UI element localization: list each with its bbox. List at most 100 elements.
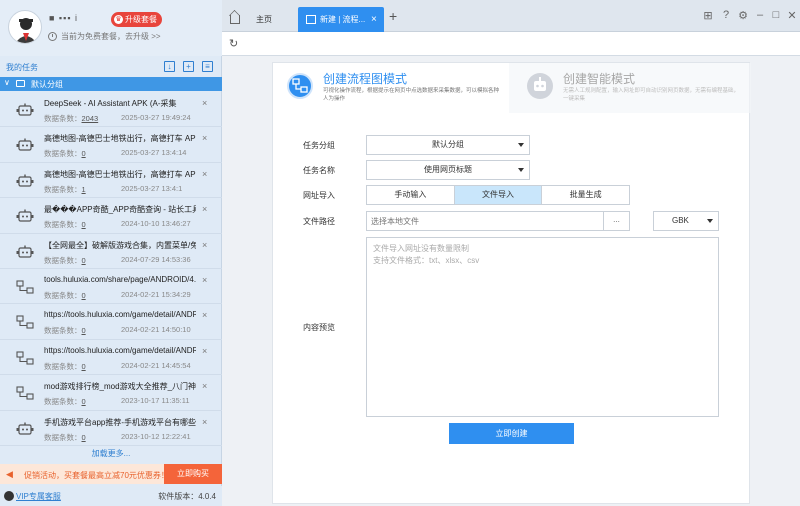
task-item[interactable]: DeepSeek - AI Assistant APK (A-采集 数据条数：20…	[0, 92, 222, 128]
settings-icon[interactable]: ⚙	[737, 9, 749, 22]
task-item[interactable]: mod游戏排行榜_mod游戏大全推荐_八门神... 数据条数：0 2023-10-1…	[0, 375, 222, 411]
task-item[interactable]: 高德地图-高德巴士地铁出行，高德打车 APK 数据条数：1 2025-03-27 1…	[0, 163, 222, 199]
page-icon	[306, 15, 316, 24]
crown-icon: ♛	[114, 15, 123, 24]
mode-flowchart-title: 创建流程图模式	[323, 72, 408, 86]
tab-new-flow-label: 新建 | 流程...	[320, 15, 366, 24]
import-task-icon[interactable]: ↓	[164, 61, 175, 72]
help-icon[interactable]: ?	[720, 9, 732, 21]
close-window-button[interactable]: ✕	[786, 9, 798, 22]
remove-task-icon[interactable]: ×	[202, 169, 207, 179]
task-item[interactable]: 高德地图-高德巴士地铁出行，高德打车 APK 数据条数：0 2025-03-27 1…	[0, 127, 222, 163]
content-preview-area[interactable]: 文件导入网址没有数量限制 支持文件格式：txt、xlsx、csv	[366, 237, 719, 417]
create-task-card: 创建流程图模式 可视化操作流程，根据提示在网页中点选数据来采集数据，可以模拟各种…	[272, 62, 751, 504]
task-name-field-label: 任务名称	[303, 166, 335, 175]
batch-generate-option[interactable]: 批量生成	[542, 186, 629, 204]
task-count: 数据条数：0	[44, 432, 86, 443]
home-icon	[230, 15, 240, 24]
buy-now-button[interactable]: 立即购买	[164, 464, 222, 484]
flowchart-icon	[287, 73, 313, 99]
create-now-button[interactable]: 立即创建	[449, 423, 574, 444]
minimize-button[interactable]: –	[754, 9, 766, 21]
task-group-label: 默认分组	[31, 80, 63, 89]
promo-text: 促销活动，买套餐最高立减70元优惠券！	[24, 471, 169, 480]
remove-task-icon[interactable]: ×	[202, 240, 207, 250]
mode-smart[interactable]: 创建智能模式 无需人工规则配置，输入网址即可自动识别网页数据，无需有编程基础，一…	[509, 63, 751, 113]
close-tab-icon[interactable]: ×	[371, 7, 377, 32]
task-date: 2025-03-27 13:4:1	[121, 183, 183, 193]
gift-icon[interactable]: ⊞	[702, 9, 714, 22]
maximize-button[interactable]: □	[770, 9, 782, 21]
task-date: 2024-02-21 14:50:10	[121, 325, 191, 335]
add-task-icon[interactable]: +	[183, 61, 194, 72]
manual-input-option[interactable]: 手动输入	[367, 186, 455, 204]
task-count: 数据条数：0	[44, 255, 86, 266]
task-group-default[interactable]: ∨ 默认分组	[0, 77, 222, 91]
task-count-value[interactable]: 0	[82, 291, 86, 300]
task-count-value[interactable]: 0	[82, 362, 86, 371]
remove-task-icon[interactable]: ×	[202, 98, 207, 108]
promo-banner: ◀ 促销活动，买套餐最高立减70元优惠券！ 立即购买	[0, 464, 222, 484]
remove-task-icon[interactable]: ×	[202, 204, 207, 214]
vip-support-link[interactable]: VIP专属客服	[16, 491, 61, 502]
megaphone-icon: ◀	[6, 469, 13, 479]
new-tab-button[interactable]: +	[389, 8, 397, 24]
dropdown-caret-icon	[518, 143, 524, 147]
plan-status[interactable]: 当前为免费套餐，去升级 >>	[48, 31, 161, 42]
task-count-label: 数据条数：	[44, 290, 82, 300]
remove-task-icon[interactable]: ×	[202, 133, 207, 143]
remove-task-icon[interactable]: ×	[202, 310, 207, 320]
clock-icon	[48, 32, 57, 41]
encoding-select[interactable]: GBK	[653, 211, 719, 231]
task-count-value[interactable]: 2043	[82, 114, 99, 123]
task-count: 数据条数：0	[44, 148, 86, 159]
task-group-select[interactable]: 默认分组	[366, 135, 530, 155]
task-count: 数据条数：0	[44, 325, 86, 336]
tab-home-label: 主页	[256, 15, 272, 24]
task-count-label: 数据条数：	[44, 184, 82, 194]
task-item[interactable]: https://tools.huluxia.com/game/detail/AN…	[0, 304, 222, 340]
task-name-select[interactable]: 使用网页标题	[366, 160, 530, 180]
dropdown-caret-icon	[518, 168, 524, 172]
task-count-value[interactable]: 0	[82, 149, 86, 158]
task-date: 2024-02-21 15:34:29	[121, 289, 191, 299]
browse-file-button[interactable]: ...	[603, 212, 629, 230]
task-count-value[interactable]: 0	[82, 326, 86, 335]
refresh-icon[interactable]: ↻	[229, 37, 238, 50]
task-date: 2024-07-29 14:53:36	[121, 254, 191, 264]
task-date: 2023-10-17 11:35:11	[121, 396, 190, 406]
task-count-value[interactable]: 0	[82, 397, 86, 406]
upgrade-plan-button[interactable]: ♛ 升级套餐	[111, 12, 162, 27]
task-name: tools.huluxia.com/share/page/ANDROID/4..…	[44, 274, 196, 284]
flow-icon	[16, 315, 34, 329]
remove-task-icon[interactable]: ×	[202, 381, 207, 391]
remove-task-icon[interactable]: ×	[202, 417, 207, 427]
remove-task-icon[interactable]: ×	[202, 275, 207, 285]
task-item[interactable]: 最���APP奇酷_APP奇酷查询 - 站长工具 数据条数：0 2024-10-10…	[0, 198, 222, 234]
task-name: 高德地图-高德巴士地铁出行，高德打车 APK	[44, 134, 196, 144]
tab-home[interactable]: 主页	[222, 7, 298, 32]
load-more-link[interactable]: 加载更多...	[0, 448, 222, 459]
task-count-label: 数据条数：	[44, 149, 82, 159]
username: ■ ▪▪▪ i	[49, 13, 79, 23]
tab-new-flow[interactable]: 新建 | 流程... ×	[298, 7, 384, 32]
task-item[interactable]: https://tools.huluxia.com/game/detail/AN…	[0, 340, 222, 376]
mode-flowchart[interactable]: 创建流程图模式 可视化操作流程，根据提示在网页中点选数据来采集数据，可以模拟各种…	[273, 63, 509, 113]
file-path-input[interactable]	[367, 212, 597, 230]
task-item[interactable]: tools.huluxia.com/share/page/ANDROID/4..…	[0, 269, 222, 305]
task-count-label: 数据条数：	[44, 361, 82, 371]
task-count-value[interactable]: 0	[82, 256, 86, 265]
file-import-option[interactable]: 文件导入	[454, 186, 543, 204]
task-name: https://tools.huluxia.com/game/detail/AN…	[44, 345, 196, 355]
task-item[interactable]: 【全网最全】破解版游戏合集，内置菜单/免 数据条数：0 2024-07-29 14:…	[0, 234, 222, 269]
avatar[interactable]	[8, 10, 42, 44]
robot-icon	[16, 422, 34, 436]
task-count-value[interactable]: 1	[82, 185, 86, 194]
task-count: 数据条数：1	[44, 184, 86, 195]
task-count-value[interactable]: 0	[82, 433, 86, 442]
search-task-icon[interactable]: ≡	[202, 61, 213, 72]
task-name: DeepSeek - AI Assistant APK (A-采集	[44, 99, 177, 108]
remove-task-icon[interactable]: ×	[202, 346, 207, 356]
task-count-value[interactable]: 0	[82, 220, 86, 229]
task-item[interactable]: 手机游戏平台app推荐-手机游戏平台有哪些... 数据条数：0 2023-10-12…	[0, 411, 222, 446]
